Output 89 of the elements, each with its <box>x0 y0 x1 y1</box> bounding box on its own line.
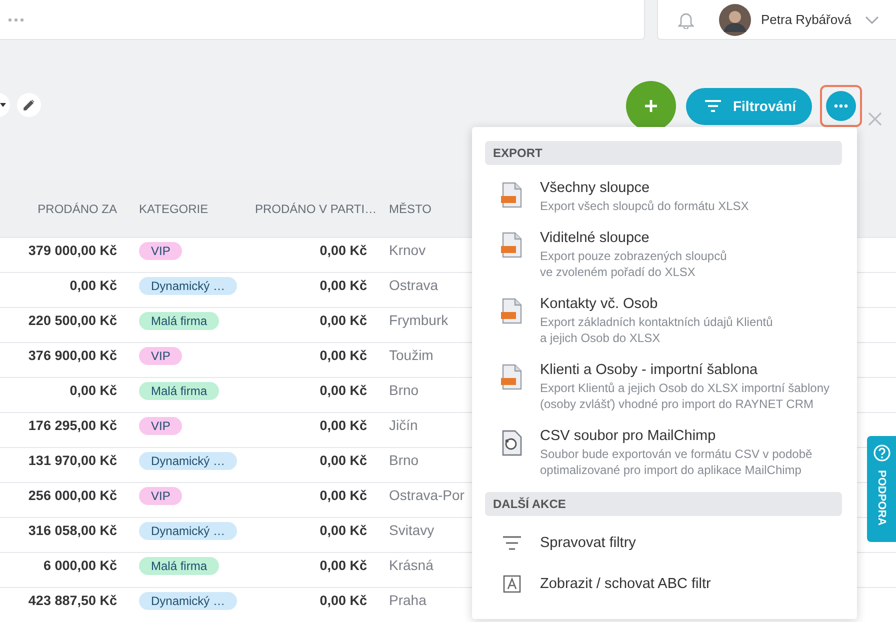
help-icon <box>872 444 890 462</box>
item-title: Klienti a Osoby - importní šablona <box>540 361 759 380</box>
table-cell: 0,00 Kč <box>320 243 367 258</box>
menu-item[interactable]: Spravovat filtry <box>485 533 842 553</box>
plus-icon <box>644 99 658 113</box>
item-description: Soubor bude exportován ve formátu CSV v podobě optimalizované pro import do aplikace MailChimp <box>540 446 812 478</box>
table-cell: Krásná <box>389 557 434 573</box>
table-cell: 316 058,00 Kč <box>28 523 117 538</box>
xls-file-icon <box>501 298 523 324</box>
xls-file-icon <box>501 232 523 258</box>
more-icon <box>834 104 848 108</box>
table-cell: 379 000,00 Kč <box>28 243 117 258</box>
table-cell: 0,00 Kč <box>320 278 367 293</box>
table-cell: Frymburk <box>389 312 448 328</box>
table-cell: Ostrava <box>389 277 438 293</box>
edit-button[interactable] <box>17 93 41 117</box>
section-header: DALŠÍ AKCE <box>485 492 842 516</box>
xls-file-icon <box>501 182 523 208</box>
avatar[interactable] <box>719 4 751 36</box>
item-title: Spravovat filtry <box>540 534 636 553</box>
category-tag: VIP <box>139 487 182 505</box>
category-tag: Dynamický … <box>139 522 238 540</box>
table-cell: 423 887,50 Kč <box>28 593 117 608</box>
table-cell: 0,00 Kč <box>320 348 367 363</box>
table-cell: 0,00 Kč <box>320 453 367 468</box>
item-description: Export Klientů a jejich Osob do XLSX importní šablony (osoby zvlášť) vhodné pro import do RAYNET CRM <box>540 380 830 412</box>
table-cell: 6 000,00 Kč <box>43 558 117 573</box>
close-icon[interactable] <box>868 112 882 126</box>
chevron-down-icon[interactable] <box>865 16 880 24</box>
table-cell: Brno <box>389 382 419 398</box>
column-header[interactable]: KATEGORIE <box>139 202 208 216</box>
table-cell: 131 970,00 Kč <box>28 453 117 468</box>
menu-item[interactable]: Klienti a Osoby - importní šablona Export Klientů a jejich Osob do XLSX importní šablony (osoby zvlášť) vhodné pro import do RAYNET CRM <box>485 360 842 412</box>
menu-item[interactable]: Zobrazit / schovat ABC filtr <box>485 574 842 594</box>
filter-icon <box>502 536 522 550</box>
item-description: Export pouze zobrazených sloupců ve zvoleném pořadí do XLSX <box>540 248 727 280</box>
pencil-icon <box>23 99 35 111</box>
column-header[interactable]: PRODÁNO V PARTI… <box>255 202 377 216</box>
item-title: Viditelné sloupce <box>540 229 650 248</box>
item-title: Všechny sloupce <box>540 179 651 198</box>
item-description: Export všech sloupců do formátu XLSX <box>540 198 749 214</box>
table-cell: 0,00 Kč <box>320 313 367 328</box>
section-header: EXPORT <box>485 141 842 165</box>
table-cell: 376 900,00 Kč <box>28 348 117 363</box>
category-tag: Malá firma <box>139 557 220 575</box>
table-cell: 0,00 Kč <box>320 523 367 538</box>
table-cell: Krnov <box>389 242 426 258</box>
table-cell: Ostrava-Por <box>389 487 464 503</box>
category-tag: Dynamický … <box>139 452 238 470</box>
table-cell: 0,00 Kč <box>320 558 367 573</box>
item-title: CSV soubor pro MailChimp <box>540 427 717 446</box>
item-title: Kontakty vč. Osob <box>540 295 659 314</box>
category-tag: Malá firma <box>139 312 220 330</box>
filter-icon <box>704 100 721 112</box>
menu-item[interactable]: Viditelné sloupce Export pouze zobrazených sloupců ve zvoleném pořadí do XLSX <box>485 228 842 280</box>
more-button[interactable] <box>826 91 856 121</box>
category-tag: VIP <box>139 417 182 435</box>
table-cell: 176 295,00 Kč <box>28 418 117 433</box>
table-cell: Praha <box>389 592 426 608</box>
menu-item[interactable]: Všechny sloupce Export všech sloupců do formátu XLSX <box>485 178 842 214</box>
column-header[interactable]: PRODÁNO ZA <box>38 202 117 216</box>
table-cell: 0,00 Kč <box>320 593 367 608</box>
font-box-icon <box>503 575 521 593</box>
table-cell: Jičín <box>389 417 418 433</box>
more-icon[interactable] <box>8 18 24 22</box>
xls-file-icon <box>501 364 523 390</box>
table-cell: 0,00 Kč <box>70 278 117 293</box>
table-cell: 256 000,00 Kč <box>28 488 117 503</box>
category-tag: Dynamický … <box>139 277 238 295</box>
item-description: Export základních kontaktních údajů Klientů a jejich Osob do XLSX <box>540 314 773 346</box>
table-cell: 0,00 Kč <box>70 383 117 398</box>
category-tag: Dynamický … <box>139 592 238 610</box>
table-cell: 220 500,00 Kč <box>28 313 117 328</box>
user-name[interactable]: Petra Rybářová <box>761 12 852 27</box>
menu-item[interactable]: Kontakty vč. Osob Export základních kontaktních údajů Klientů a jejich Osob do XLSX <box>485 294 842 346</box>
item-title: Zobrazit / schovat ABC filtr <box>540 575 711 594</box>
category-tag: VIP <box>139 347 182 365</box>
bell-icon[interactable] <box>678 10 694 28</box>
table-cell: Brno <box>389 452 419 468</box>
table-cell: Toužim <box>389 347 434 363</box>
menu-item[interactable]: CSV soubor pro MailChimp Soubor bude exportován ve formátu CSV v podobě optimalizované pro import do aplikace MailChimp <box>485 426 842 478</box>
category-tag: Malá firma <box>139 382 220 400</box>
category-tag: VIP <box>139 242 182 260</box>
caret-icon <box>0 103 6 107</box>
table-cell: 0,00 Kč <box>320 488 367 503</box>
table-cell: 0,00 Kč <box>320 383 367 398</box>
table-cell: Svitavy <box>389 522 434 538</box>
table-cell: 0,00 Kč <box>320 418 367 433</box>
column-header[interactable]: MĚSTO <box>389 202 432 216</box>
